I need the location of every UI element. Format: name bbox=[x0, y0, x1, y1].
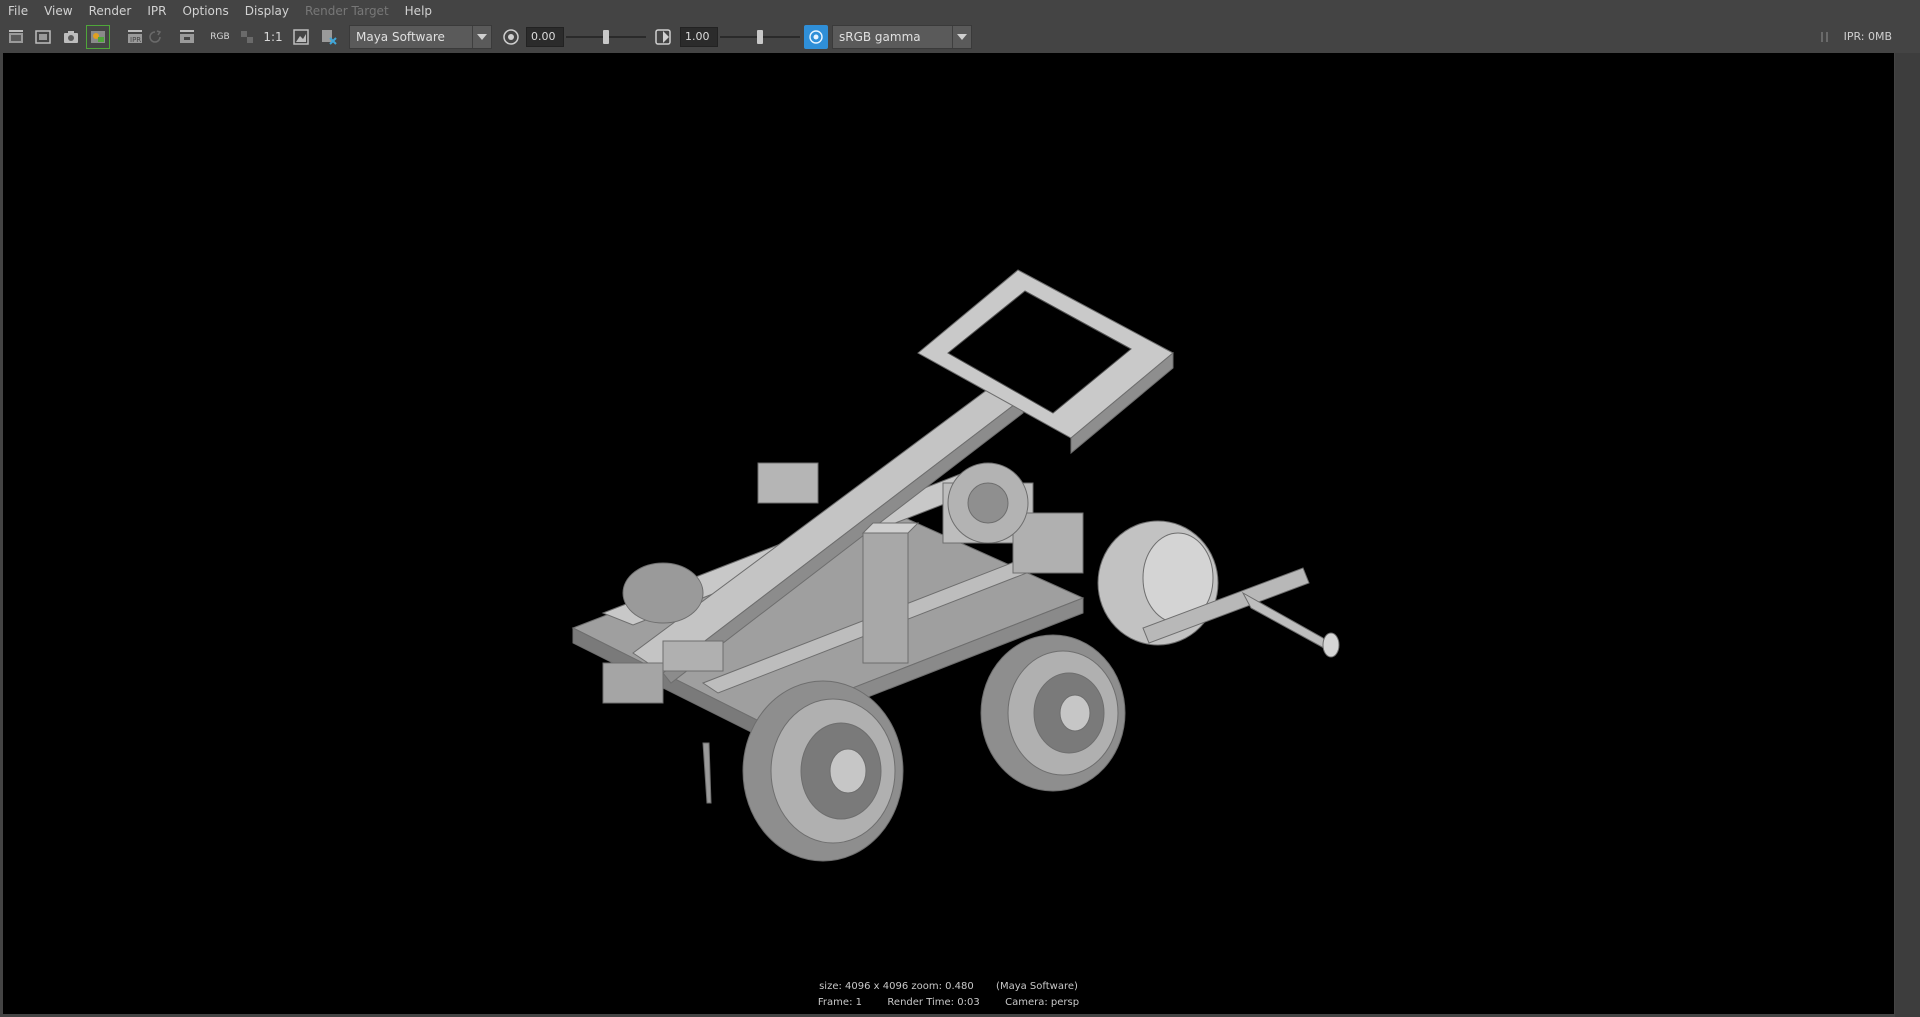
menu-help[interactable]: Help bbox=[397, 0, 440, 22]
menu-view[interactable]: View bbox=[36, 0, 80, 22]
ipr-render-icon[interactable] bbox=[86, 25, 110, 49]
menu-ipr[interactable]: IPR bbox=[139, 0, 174, 22]
render-info-size-line: size: 4096 x 4096 zoom: 0.480 (Maya Soft… bbox=[3, 981, 1894, 992]
keep-image-icon[interactable] bbox=[176, 26, 198, 48]
exposure-slider-handle[interactable] bbox=[603, 30, 609, 44]
alpha-channel-icon[interactable] bbox=[236, 26, 258, 48]
redo-render-icon[interactable] bbox=[5, 26, 27, 48]
menu-display[interactable]: Display bbox=[237, 0, 297, 22]
gamma-slider[interactable] bbox=[720, 30, 800, 44]
frame-text: Frame: 1 bbox=[817, 997, 862, 1008]
render-info-frame-line: Frame: 1 Render Time: 0:03 Camera: persp bbox=[3, 997, 1894, 1008]
size-zoom-text: size: 4096 x 4096 zoom: 0.480 bbox=[819, 981, 974, 992]
svg-text:IPR: IPR bbox=[130, 36, 141, 44]
menu-file[interactable]: File bbox=[0, 0, 36, 22]
display-image-icon[interactable] bbox=[290, 26, 312, 48]
snapshot-icon[interactable] bbox=[60, 26, 82, 48]
rendered-catapult-image bbox=[571, 269, 1340, 862]
exposure-icon[interactable] bbox=[500, 26, 522, 48]
one-to-one-label: 1:1 bbox=[263, 30, 283, 44]
renderer-label: Maya Software bbox=[356, 30, 445, 44]
clear-region-icon[interactable] bbox=[318, 26, 340, 48]
gamma-field[interactable]: 1.00 bbox=[680, 27, 718, 47]
menu-render-target: Render Target bbox=[304, 4, 389, 18]
ipr-memory-status: IPR: 0MB bbox=[1843, 30, 1892, 43]
camera-text: Camera: persp bbox=[1005, 997, 1080, 1008]
remove-image-icon[interactable]: IPR bbox=[124, 26, 146, 48]
render-toolbar: IPR RGB 1:1 Maya Software 0.00 1.00 sRGB… bbox=[0, 22, 1920, 52]
renderer-dropdown[interactable]: Maya Software bbox=[349, 25, 492, 49]
pause-ipr-icon[interactable] bbox=[1818, 26, 1832, 48]
refresh-ipr-icon[interactable] bbox=[144, 26, 166, 48]
color-management-icon bbox=[809, 30, 823, 44]
render-region-icon[interactable] bbox=[32, 26, 54, 48]
gamma-icon[interactable] bbox=[652, 26, 674, 48]
render-time-text: Render Time: 0:03 bbox=[887, 997, 980, 1008]
right-panel-edge bbox=[1895, 53, 1920, 1017]
chevron-down-icon bbox=[952, 26, 971, 48]
menu-render[interactable]: Render bbox=[81, 0, 140, 22]
render-viewport[interactable]: size: 4096 x 4096 zoom: 0.480 (Maya Soft… bbox=[3, 53, 1894, 1014]
real-size-button[interactable]: 1:1 bbox=[262, 26, 284, 48]
exposure-slider[interactable] bbox=[566, 30, 646, 44]
renderer-name-text: (Maya Software) bbox=[996, 981, 1078, 992]
menu-options[interactable]: Options bbox=[174, 0, 236, 22]
view-transform-label: sRGB gamma bbox=[839, 30, 921, 44]
view-transform-dropdown[interactable]: sRGB gamma bbox=[832, 25, 972, 49]
color-management-toggle[interactable] bbox=[804, 25, 828, 49]
exposure-field[interactable]: 0.00 bbox=[526, 27, 564, 47]
chevron-down-icon bbox=[472, 26, 491, 48]
rgb-channel-button[interactable]: RGB bbox=[208, 26, 232, 48]
menu-bar: File View Render IPR Options Display Ren… bbox=[0, 0, 1920, 22]
rgb-label: RGB bbox=[210, 32, 230, 42]
gamma-slider-handle[interactable] bbox=[757, 30, 763, 44]
